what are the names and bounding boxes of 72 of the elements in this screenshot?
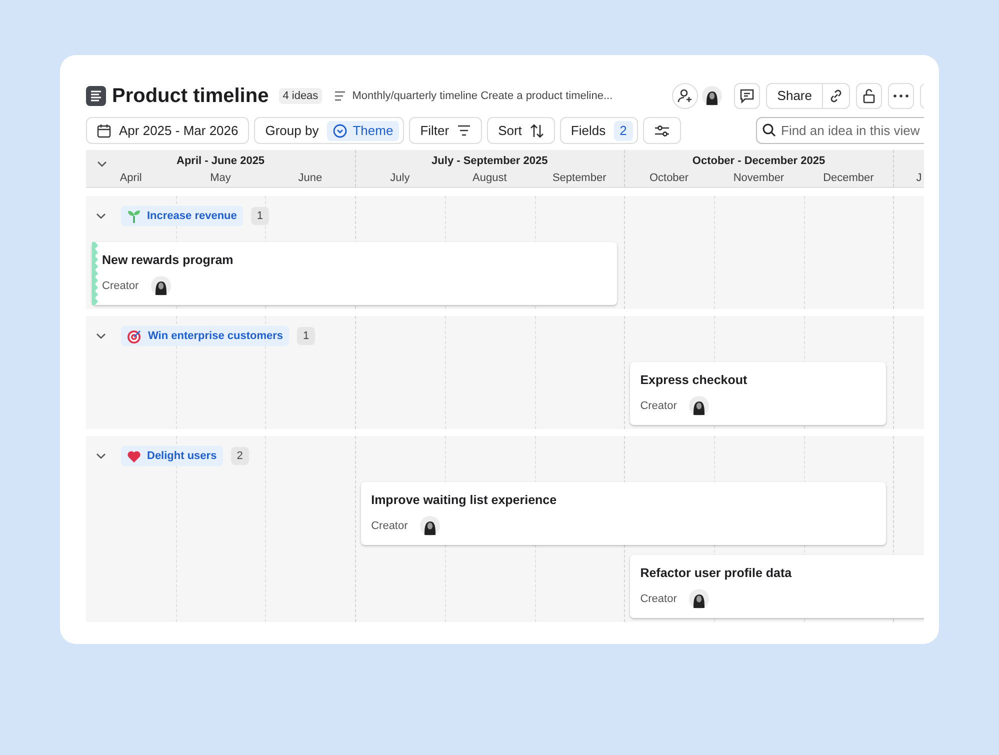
idea-title: New rewards program [102, 252, 234, 269]
idea-count: 1 [297, 327, 316, 345]
month-label: July [390, 171, 410, 186]
theme-tag: Delight users [121, 446, 223, 466]
heart-icon [127, 450, 141, 462]
add-user-button[interactable] [672, 83, 698, 109]
quarter-label: April - June 2025 [176, 154, 265, 169]
month-label: April [120, 171, 142, 186]
quarter-label: October - December 2025 [692, 154, 826, 169]
field-label: Creator [102, 278, 139, 294]
idea-title: Express checkout [640, 372, 748, 389]
page-description: Monthly/quarterly timeline Create a product timeline... [352, 88, 613, 104]
month-label: J [916, 171, 922, 186]
month-label: September [552, 171, 606, 186]
month-label: June [298, 171, 322, 186]
group-by-button[interactable]: Group by Theme [254, 117, 404, 144]
theme-tag: Win enterprise customers [121, 326, 289, 346]
date-range-button[interactable]: Apr 2025 - Mar 2026 [86, 117, 250, 144]
idea-bar[interactable]: Express checkout Creator [630, 362, 886, 425]
idea-bar[interactable]: Improve waiting list experience Creator [361, 482, 886, 545]
chevron-circle-icon [332, 124, 347, 138]
chevron-down-icon[interactable] [96, 213, 106, 219]
field-label: Creator [640, 398, 677, 414]
month-label: December [823, 171, 874, 186]
lock-button[interactable] [856, 83, 882, 109]
document-icon [86, 86, 106, 106]
page-title: Product timeline [112, 84, 269, 109]
avatar [702, 86, 722, 106]
link-icon [828, 88, 844, 104]
search-icon [762, 123, 776, 137]
sprout-icon [127, 209, 141, 223]
field-label: Creator [371, 518, 408, 534]
filter-icon [457, 125, 472, 136]
sort-icon [530, 124, 544, 138]
fields-button[interactable]: Fields 2 [560, 117, 638, 144]
theme-chip: Theme [326, 120, 400, 140]
sort-button[interactable]: Sort [487, 117, 555, 144]
target-icon [127, 328, 142, 344]
fields-count: 2 [614, 120, 633, 140]
avatar [688, 396, 709, 416]
more-button[interactable] [888, 83, 914, 109]
sliders-icon [654, 124, 670, 138]
theme-tag: Increase revenue [121, 206, 243, 226]
idea-bar[interactable]: New rewards program Creator [92, 242, 618, 305]
chevron-down-icon[interactable] [96, 333, 106, 339]
month-label: August [472, 171, 507, 186]
more-icon [893, 94, 909, 98]
chevron-down-icon[interactable] [96, 453, 106, 459]
unlocked-icon [861, 88, 877, 104]
idea-count: 2 [230, 447, 249, 465]
month-label: November [733, 171, 784, 186]
add-user-icon [677, 88, 694, 104]
comment-icon [739, 88, 756, 104]
search-field[interactable]: Find an idea in this view [756, 117, 924, 144]
field-label: Creator [640, 592, 677, 606]
idea-title: Refactor user profile data [640, 565, 792, 582]
idea-count: 1 [250, 207, 270, 225]
calendar-icon [97, 124, 111, 138]
ideas-count-badge: 4 ideas [278, 88, 322, 104]
view-settings-button[interactable] [642, 117, 681, 144]
avatar [420, 516, 440, 536]
month-label: October [649, 171, 689, 186]
quarter-label: July - September 2025 [432, 154, 548, 169]
avatar [688, 588, 709, 609]
idea-title: Improve waiting list experience [371, 492, 557, 509]
avatar [150, 276, 171, 296]
filter-button[interactable]: Filter [409, 117, 482, 144]
idea-bar[interactable]: Refactor user profile data Creator [630, 555, 924, 618]
description-icon [334, 91, 346, 101]
comments-button[interactable] [734, 83, 760, 109]
month-label: May [210, 171, 231, 186]
collapse-all-icon[interactable] [97, 161, 107, 167]
